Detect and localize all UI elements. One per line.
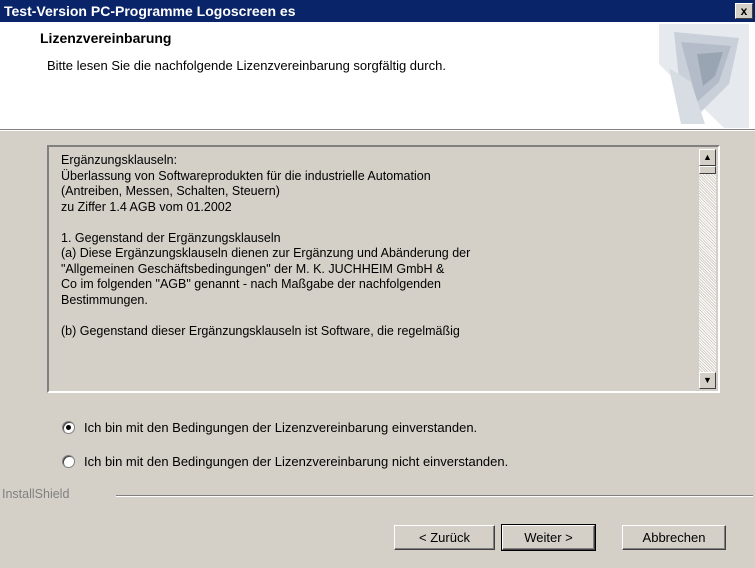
header-separator (0, 129, 755, 131)
license-line: zu Ziffer 1.4 AGB vom 01.2002 (61, 199, 232, 214)
license-line: (a) Diese Ergänzungsklauseln dienen zur … (61, 246, 471, 260)
arrow-down-icon: ▼ (703, 375, 712, 385)
back-button[interactable]: < Zurück (394, 525, 495, 550)
title-bar: Test-Version PC-Programme Logoscreen es … (0, 0, 755, 22)
window-title: Test-Version PC-Programme Logoscreen es (4, 3, 296, 19)
installshield-brand: InstallShield (2, 487, 76, 501)
vertical-scrollbar[interactable]: ▲ ▼ (699, 149, 716, 389)
close-icon: x (740, 4, 748, 18)
decline-label[interactable]: Ich bin mit den Bedingungen der Lizenzve… (84, 454, 508, 469)
decline-option[interactable]: Ich bin mit den Bedingungen der Lizenzve… (62, 452, 508, 470)
scroll-down-button[interactable]: ▼ (699, 372, 716, 389)
license-line: Überlassung von Softwareprodukten für di… (61, 168, 431, 183)
page-subtitle: Bitte lesen Sie die nachfolgende Lizenzv… (47, 58, 446, 73)
decline-radio[interactable] (62, 454, 75, 468)
installshield-banner-graphic (659, 24, 749, 128)
scroll-up-button[interactable]: ▲ (699, 149, 716, 166)
license-line: 1. Gegenstand der Ergänzungsklauseln (61, 230, 281, 245)
license-line: (b) Gegenstand dieser Ergänzungsklauseln… (61, 323, 460, 338)
license-line: Bestimmungen. (61, 292, 148, 307)
license-text: Ergänzungsklauseln: Überlassung von Softw… (61, 153, 691, 387)
license-line: (Antreiben, Messen, Schalten, Steuern) (61, 184, 280, 198)
next-button[interactable]: Weiter > (501, 524, 596, 551)
header-panel: Lizenzvereinbarung Bitte lesen Sie die n… (0, 22, 755, 129)
installer-window: Test-Version PC-Programme Logoscreen es … (0, 0, 755, 568)
license-text-box[interactable]: Ergänzungsklauseln: Überlassung von Softw… (47, 145, 720, 393)
page-title: Lizenzvereinbarung (40, 30, 172, 46)
scroll-thumb[interactable] (699, 166, 716, 174)
license-blank-line (61, 308, 691, 324)
license-line: Ergänzungsklauseln: (61, 153, 178, 167)
license-blank-line (61, 215, 691, 231)
accept-option[interactable]: Ich bin mit den Bedingungen der Lizenzve… (62, 418, 477, 436)
license-line: Co im folgenden "AGB" genannt - nach Maß… (61, 277, 441, 291)
cancel-button[interactable]: Abbrechen (622, 525, 726, 550)
arrow-up-icon: ▲ (703, 152, 712, 162)
footer-separator (116, 495, 753, 497)
close-button[interactable]: x (735, 3, 753, 19)
accept-radio[interactable] (62, 420, 75, 434)
license-line: "Allgemeinen Geschäftsbedingungen" der M… (61, 261, 445, 276)
accept-label[interactable]: Ich bin mit den Bedingungen der Lizenzve… (84, 420, 477, 435)
